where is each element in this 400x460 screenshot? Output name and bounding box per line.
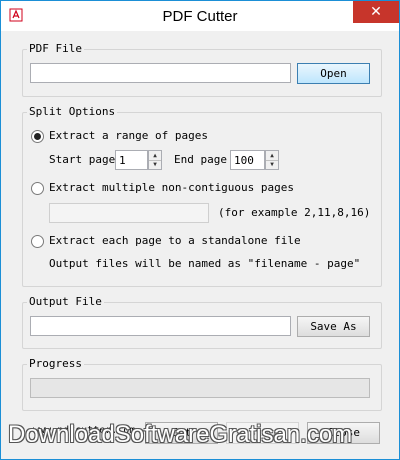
end-page-label: End page xyxy=(174,153,227,166)
window-close-button[interactable]: ✕ xyxy=(353,1,399,23)
start-page-label: Start page xyxy=(49,153,116,166)
each-page-option-label[interactable]: Extract each page to a standalone file xyxy=(49,234,301,247)
split-options-group-label: Split Options xyxy=(27,105,118,118)
save-as-button[interactable]: Save As xyxy=(297,316,370,337)
start-page-input[interactable] xyxy=(115,150,148,170)
pdf-cutter-window: PDF Cutter ✕ PDF File Open Split Options… xyxy=(0,0,400,460)
progress-group-label: Progress xyxy=(27,357,84,370)
watermark-text: DownloadSoftwareGratisan.com xyxy=(8,421,353,448)
progress-bar xyxy=(30,378,370,398)
range-option-label[interactable]: Extract a range of pages xyxy=(49,129,208,142)
window-title: PDF Cutter xyxy=(162,8,238,25)
spin-down-arrow-icon[interactable]: ▼ xyxy=(149,160,161,169)
end-page-spinner[interactable]: ▲ ▼ xyxy=(265,150,279,170)
multiple-pages-input[interactable] xyxy=(49,203,209,223)
multiple-pages-radio[interactable] xyxy=(31,182,44,195)
start-page-spinner[interactable]: ▲ ▼ xyxy=(148,150,162,170)
open-button[interactable]: Open xyxy=(297,63,370,84)
output-naming-note: Output files will be named as "filename … xyxy=(49,257,361,270)
multiple-pages-option-label[interactable]: Extract multiple non-contiguous pages xyxy=(49,181,294,194)
range-radio[interactable] xyxy=(31,130,44,143)
output-file-path-input[interactable] xyxy=(30,316,291,336)
pdf-file-path-input[interactable] xyxy=(30,63,291,83)
end-page-input[interactable] xyxy=(230,150,265,170)
output-file-group-label: Output File xyxy=(27,295,104,308)
pdf-file-group-label: PDF File xyxy=(27,42,84,55)
each-page-radio[interactable] xyxy=(31,235,44,248)
multiple-pages-hint: (for example 2,11,8,16) xyxy=(218,206,371,219)
spin-down-arrow-icon[interactable]: ▼ xyxy=(266,160,278,169)
close-icon: ✕ xyxy=(370,4,382,20)
title-bar[interactable]: PDF Cutter ✕ xyxy=(1,1,399,31)
